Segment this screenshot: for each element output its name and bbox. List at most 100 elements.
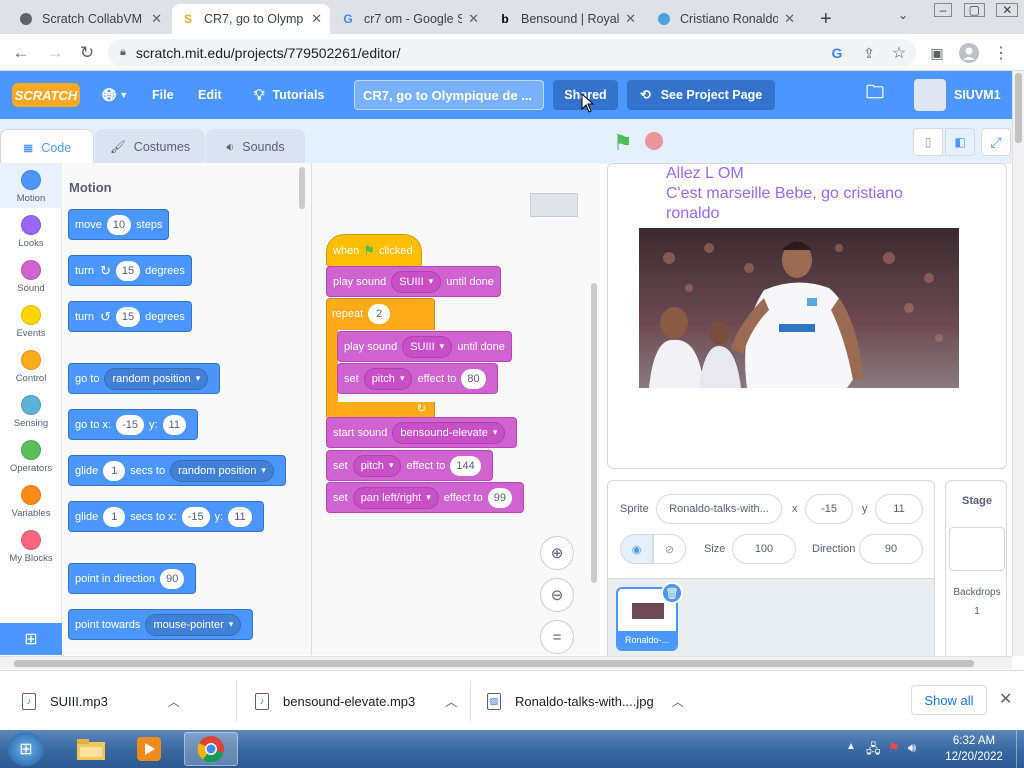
block-go-to-xy[interactable]: go to x: -15 y: 11 xyxy=(68,409,198,440)
block-set-effect[interactable]: set pitch effect to 144 xyxy=(326,450,493,481)
effect-value-input[interactable]: 144 xyxy=(450,455,481,476)
action-center-icon[interactable]: ⚑ xyxy=(888,740,900,756)
side-panel-icon[interactable]: ▣ xyxy=(926,42,948,64)
tab-search-chevron-icon[interactable]: ⌄ xyxy=(898,8,908,22)
category-sound[interactable]: Sound xyxy=(0,253,62,298)
taskbar-clock[interactable]: 6:32 AM 12/20/2022 xyxy=(934,733,1014,765)
tab-scratch-collabvm[interactable]: Scratch CollabVM ✕ xyxy=(10,4,170,34)
secs-input[interactable]: 1 xyxy=(103,506,126,527)
block-play-sound-until-done[interactable]: play sound SUIII until done xyxy=(337,331,512,362)
project-title-input[interactable]: CR7, go to Olympique de ... xyxy=(354,80,544,110)
scrollbar-thumb[interactable] xyxy=(1015,73,1022,143)
back-arrow-icon[interactable]: ← xyxy=(10,42,32,64)
tab-google-search[interactable]: G cr7 om - Google S ✕ xyxy=(332,4,487,34)
download-item-bensound[interactable]: ♪ bensound-elevate.mp3 ︿ xyxy=(255,671,457,731)
close-tab-icon[interactable]: ✕ xyxy=(468,11,479,27)
target-dropdown[interactable]: mouse-pointer xyxy=(145,613,242,636)
profile-avatar-icon[interactable] xyxy=(958,42,980,64)
tab-costumes[interactable]: 🖌︎ Costumes xyxy=(95,129,205,165)
close-tab-icon[interactable]: ✕ xyxy=(311,11,322,27)
show-sprite-button[interactable]: ◉ xyxy=(620,534,653,564)
category-control[interactable]: Control xyxy=(0,343,62,388)
show-hidden-icons[interactable]: ▲ xyxy=(846,741,856,752)
minimize-icon[interactable]: – xyxy=(933,3,953,17)
browser-menu-icon[interactable]: ⋮ xyxy=(990,42,1012,64)
tab-cr7-project[interactable]: S CR7, go to Olymp ✕ xyxy=(172,4,330,34)
delete-sprite-button[interactable]: 🗑︎ xyxy=(661,582,683,604)
zoom-in-button[interactable]: ⊕ xyxy=(540,536,574,570)
edit-menu[interactable]: Edit xyxy=(198,71,222,119)
file-menu[interactable]: File xyxy=(152,71,174,119)
stage-canvas[interactable]: Allez L OM C'est marseille Bebe, go cris… xyxy=(607,163,1007,469)
sound-dropdown[interactable]: bensound-elevate xyxy=(392,421,506,444)
block-turn-left[interactable]: turn ↺ 15 degrees xyxy=(68,301,192,332)
scratch-logo[interactable]: SCRATCH xyxy=(12,83,80,107)
direction-input[interactable]: 90 xyxy=(859,534,923,564)
block-point-towards[interactable]: point towards mouse-pointer xyxy=(68,609,254,640)
category-variables[interactable]: Variables xyxy=(0,478,62,523)
degrees-input[interactable]: 15 xyxy=(115,306,141,327)
block-glide-to[interactable]: glide 1 secs to random position xyxy=(68,455,286,486)
close-tab-icon[interactable]: ✕ xyxy=(151,11,162,27)
category-looks[interactable]: Looks xyxy=(0,208,62,253)
close-downloads-icon[interactable]: ✕ xyxy=(999,689,1012,709)
size-input[interactable]: 100 xyxy=(732,534,796,564)
stop-sign-button[interactable] xyxy=(645,132,663,150)
download-item-ronaldo-jpg[interactable]: ▨ Ronaldo-talks-with....jpg ︿ xyxy=(487,671,684,731)
block-start-sound[interactable]: start sound bensound-elevate xyxy=(326,417,518,448)
target-dropdown[interactable]: random position xyxy=(104,367,209,390)
page-scrollbar[interactable] xyxy=(1012,71,1024,656)
repeat-count-input[interactable]: 2 xyxy=(368,304,391,324)
y-position-input[interactable]: 11 xyxy=(875,494,923,524)
add-extension-button[interactable]: ⊞ xyxy=(0,623,62,655)
effect-dropdown[interactable]: pitch xyxy=(352,454,402,477)
show-all-downloads-button[interactable]: Show all xyxy=(911,685,987,715)
effect-value-input[interactable]: 80 xyxy=(461,368,486,389)
forward-arrow-icon[interactable]: → xyxy=(44,42,66,64)
palette-scrollbar[interactable] xyxy=(299,167,305,209)
sound-dropdown[interactable]: SUIII xyxy=(391,270,442,293)
google-translate-icon[interactable]: G xyxy=(826,42,848,64)
steps-input[interactable]: 10 xyxy=(106,214,132,235)
block-when-flag-clicked[interactable]: when ⚑ clicked xyxy=(326,234,422,267)
tab-bensound[interactable]: b Bensound | Royalt ✕ xyxy=(489,4,644,34)
taskbar-explorer[interactable] xyxy=(64,732,118,766)
scrollbar-thumb[interactable] xyxy=(14,660,974,667)
reload-icon[interactable]: ↻ xyxy=(76,42,98,64)
category-sensing[interactable]: Sensing xyxy=(0,388,62,433)
block-move-steps[interactable]: move 10 steps xyxy=(68,209,170,240)
restore-icon[interactable]: ▢ xyxy=(963,3,985,17)
y-input[interactable]: 11 xyxy=(228,506,252,527)
start-button[interactable]: ⊞ xyxy=(8,732,44,766)
hide-sprite-button[interactable]: ⊘ xyxy=(653,534,686,564)
taskbar-media-player[interactable] xyxy=(122,732,176,766)
x-position-input[interactable]: -15 xyxy=(805,494,853,524)
workspace-vertical-scrollbar[interactable] xyxy=(591,283,597,583)
fullscreen-button[interactable]: ⤢ xyxy=(981,128,1011,156)
taskbar-chrome[interactable] xyxy=(184,732,238,766)
direction-input[interactable]: 90 xyxy=(160,568,185,589)
address-bar[interactable]: 🔒︎ scratch.mit.edu/projects/779502261/ed… xyxy=(108,39,916,66)
block-point-in-direction[interactable]: point in direction 90 xyxy=(68,563,197,594)
category-my-blocks[interactable]: My Blocks xyxy=(0,523,62,568)
category-operators[interactable]: Operators xyxy=(0,433,62,478)
block-set-effect[interactable]: set pitch effect to 80 xyxy=(337,363,498,394)
small-stage-button[interactable]: ▯ xyxy=(913,128,943,156)
zoom-reset-button[interactable]: = xyxy=(540,620,574,654)
x-input[interactable]: -15 xyxy=(181,506,210,527)
block-set-effect[interactable]: set pan left/right effect to 99 xyxy=(326,482,524,513)
script-workspace[interactable]: when⚑clicked play sound SUIII until done r… xyxy=(312,163,600,655)
network-icon[interactable]: 🖧︎ xyxy=(866,740,881,762)
chevron-up-icon[interactable]: ︿ xyxy=(445,693,457,710)
block-go-to[interactable]: go to random position xyxy=(68,363,221,394)
show-desktop-button[interactable] xyxy=(1016,730,1024,768)
y-input[interactable]: 11 xyxy=(162,414,186,435)
share-icon[interactable]: ⇪ xyxy=(858,42,880,64)
effect-dropdown[interactable]: pan left/right xyxy=(352,486,439,509)
green-flag-button[interactable]: ⚑ xyxy=(613,130,633,156)
close-tab-icon[interactable]: ✕ xyxy=(784,11,795,27)
see-project-page-button[interactable]: ⟲ See Project Page xyxy=(627,80,775,110)
category-events[interactable]: Events xyxy=(0,298,62,343)
effect-value-input[interactable]: 99 xyxy=(487,487,512,508)
effect-dropdown[interactable]: pitch xyxy=(363,367,413,390)
